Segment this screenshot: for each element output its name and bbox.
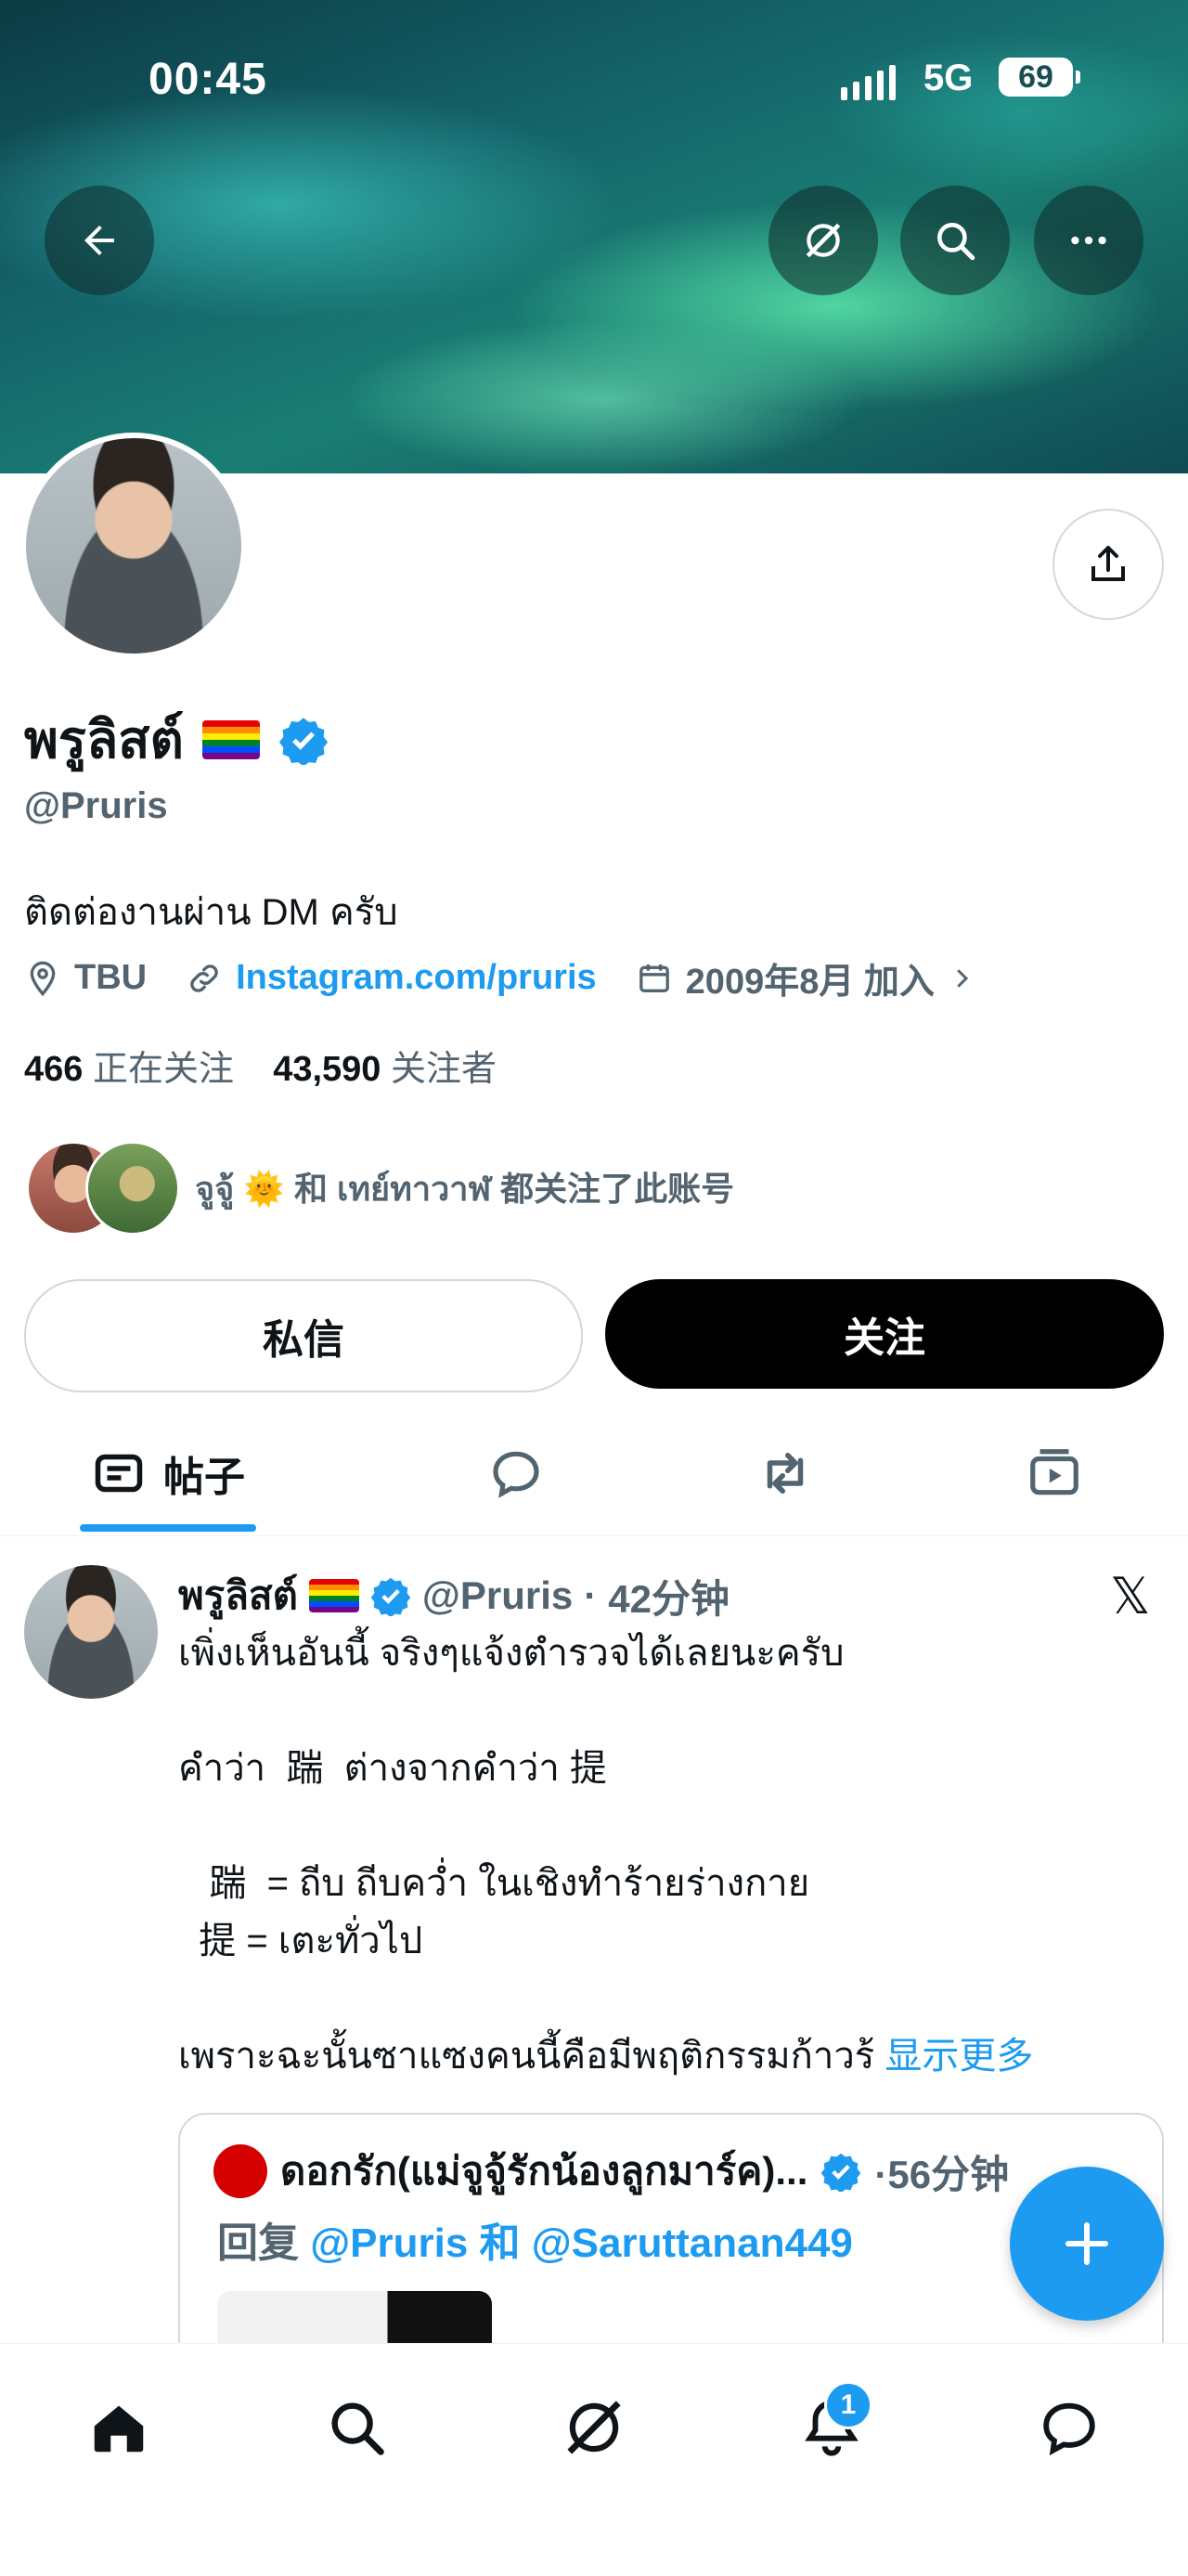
website-item[interactable]: Instagram.com/pruris [186,958,597,998]
media-icon [1030,1449,1078,1495]
verified-badge-icon[interactable] [278,715,329,765]
joined-item[interactable]: 2009年8月 加入 [636,952,975,1003]
profile-avatar[interactable] [20,433,247,659]
tab-posts-label: 帖子 [163,1455,245,1500]
verified-badge-icon [370,1577,411,1616]
status-bar: 00:45 5G 69 [0,48,1188,113]
profile-handle: @Pruris [24,785,168,826]
calendar-icon [639,964,669,992]
location-item: TBU [24,958,147,998]
more-dots-icon [1071,236,1106,245]
quoted-author-name: ดอกรัก(แม่จูจู้รักน้องลูกมาร์ค)... [280,2149,808,2193]
home-icon [94,2405,144,2453]
active-tab-indicator [80,1524,256,1532]
quoted-reply-line: 回复 @Pruris 和 @Saruttanan449 [217,2209,853,2269]
grok-icon [567,2401,621,2454]
compose-button[interactable] [1010,2167,1164,2321]
status-time: 00:45 [148,55,267,104]
back-button[interactable] [45,186,154,295]
followers-count: 43,590 [273,1050,381,1089]
tab-media[interactable] [1008,1411,1101,1535]
location-text: TBU [74,958,148,997]
reply-prefix: 回复 [217,2220,299,2266]
post-body: เพิ่งเห็นอันนี้ จริงๆแจ้งตำรวจได้เลยนะคร… [178,1633,875,2077]
posts-icon [95,1454,143,1493]
profile-bio: ติดต่องานผ่าน DM ครับ [24,892,398,933]
show-more-link[interactable]: 显示更多 [885,2036,1033,2077]
share-icon [1091,546,1125,581]
message-button[interactable]: 私信 [24,1279,583,1392]
repost-icon [767,1453,804,1494]
post-author-name[interactable]: พรูลิสต์ [178,1565,298,1626]
post-author-avatar[interactable] [24,1565,158,1699]
nav-home[interactable] [72,2381,165,2474]
post-text: เพิ่งเห็นอันนี้ จริงๆแจ้งตำรวจได้เลยนะคร… [178,1625,1033,2085]
arrow-left-icon [84,226,114,255]
follower-avatar-2 [85,1141,180,1236]
website-link[interactable]: Instagram.com/pruris [236,958,597,998]
notifications-badge: 1 [824,2381,872,2429]
share-button[interactable] [1052,509,1164,620]
search-button[interactable] [900,186,1010,295]
follow-counts: 466 正在关注 43,590 关注者 [24,1040,497,1091]
signal-icon [841,65,896,100]
tab-reposts[interactable] [739,1411,832,1535]
reply-targets[interactable]: @Pruris 和 @Saruttanan449 [310,2220,853,2266]
grok-icon [806,223,841,258]
post-header: พรูลิสต์ @Pruris · 42分钟 [178,1565,730,1626]
more-options-button[interactable] [1034,186,1143,295]
display-name: พรูลิสต์ [24,710,184,769]
network-type: 5G [923,58,974,98]
post-author-handle[interactable]: @Pruris [422,1573,573,1618]
tab-replies[interactable] [470,1411,562,1535]
followers-link[interactable]: 43,590 关注者 [273,1050,497,1089]
grok-button[interactable] [768,186,878,295]
nav-grok[interactable] [548,2381,640,2474]
verified-badge-icon [821,2153,861,2192]
following-label: 正在关注 [92,1050,234,1089]
reply-bubble-icon [493,1451,539,1498]
chat-bubble-icon [1043,2402,1095,2456]
battery-level: 69 [999,58,1080,97]
quoted-post-time: ·56分钟 [874,2152,1010,2196]
joined-text: 2009年8月 加入 [685,963,935,1002]
quoted-author-avatar [213,2144,267,2198]
profile-name-row: พรูลิสต์ [24,698,329,781]
profile-meta: TBU Instagram.com/pruris 2009年8月 加入 [24,952,1014,1003]
quoted-post-header: ดอกรัก(แม่จูจู้รักน้องลูกมาร์ค)... ·56分钟 [213,2141,1009,2202]
chevron-right-icon [957,968,969,988]
link-icon [190,964,218,992]
search-icon [331,2402,384,2455]
plus-icon [1065,2222,1108,2265]
rainbow-flag-icon [308,1579,359,1612]
nav-messages[interactable] [1023,2381,1116,2474]
following-link[interactable]: 466 正在关注 [24,1050,234,1089]
followed-by-row[interactable]: จูจู้ 🌞 和 เทย์ทาวาฬ 都关注了此账号 [26,1140,734,1236]
post-time: 42分钟 [608,1576,730,1621]
follow-button[interactable]: 关注 [605,1279,1164,1389]
bottom-navigation: 1 [0,2343,1188,2576]
following-count: 466 [24,1050,84,1089]
tab-posts[interactable]: 帖子 [80,1411,256,1535]
followers-label: 关注者 [391,1050,497,1089]
followed-by-text: จูจู้ 🌞 和 เทย์ทาวาฬ 都关注了此账号 [195,1169,735,1208]
location-pin-icon [30,961,56,996]
rainbow-flag-icon [201,719,260,759]
x-logo-icon: 𝕏 [1110,1567,1151,1625]
nav-search[interactable] [310,2381,403,2474]
search-icon [937,223,975,261]
profile-tabs: 帖子 [0,1411,1188,1536]
nav-notifications[interactable]: 1 [785,2381,878,2474]
